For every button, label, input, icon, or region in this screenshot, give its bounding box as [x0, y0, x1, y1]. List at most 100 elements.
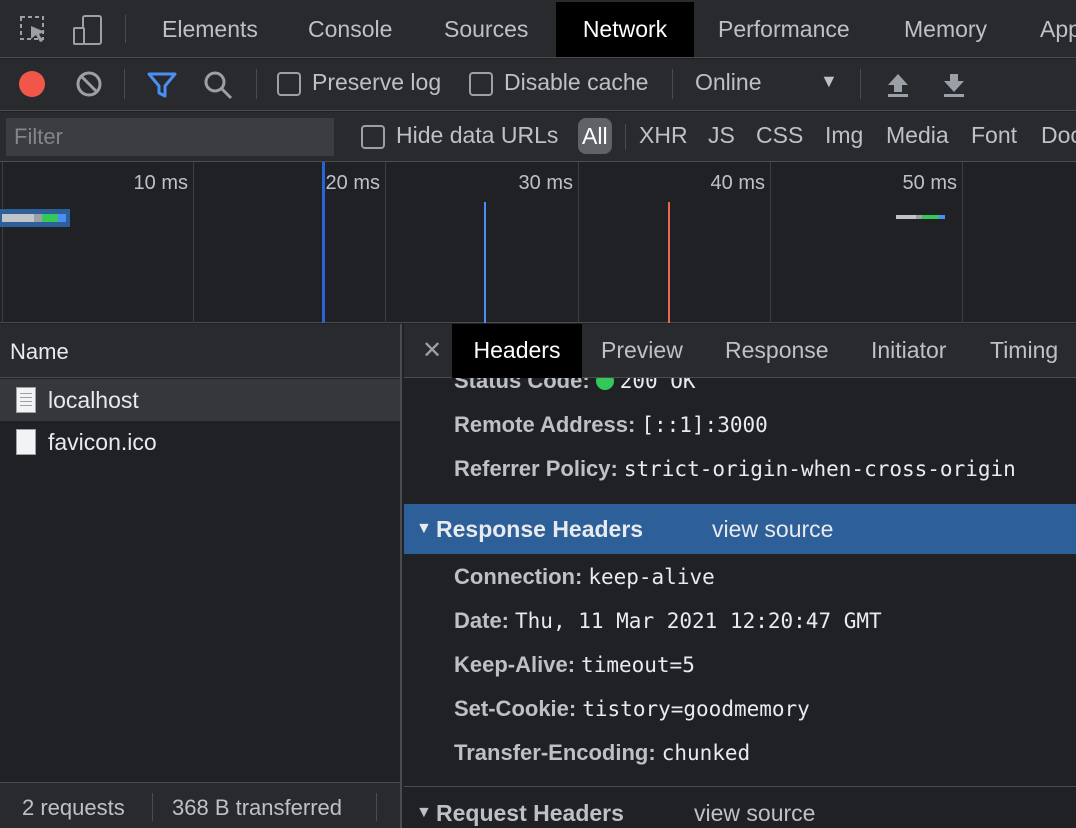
request-headers-section[interactable]: ▼ Request Headers view source [404, 788, 1076, 828]
filter-type-media[interactable]: Media [886, 122, 949, 149]
header-key: Date: [454, 608, 510, 633]
toolbar-divider [860, 69, 861, 99]
filter-type-css[interactable]: CSS [756, 122, 803, 149]
request-headers-title: Request Headers [436, 800, 624, 826]
filter-type-doc[interactable]: Doc [1041, 122, 1076, 149]
export-har-icon[interactable] [940, 71, 968, 99]
tab-timing[interactable]: Timing [990, 324, 1058, 378]
filter-type-js[interactable]: JS [708, 122, 735, 149]
header-value: keep-alive [588, 565, 715, 589]
header-key: Transfer-Encoding: [454, 740, 656, 765]
tab-console[interactable]: Console [286, 2, 414, 57]
timeline-tick-label: 40 ms [710, 172, 765, 194]
header-key: Connection: [454, 564, 583, 589]
record-button[interactable] [19, 71, 45, 97]
tab-response[interactable]: Response [725, 324, 829, 378]
hide-data-urls-label[interactable]: Hide data URLs [396, 122, 558, 149]
timeline-gridline [385, 162, 386, 323]
close-icon[interactable]: ✕ [422, 336, 442, 365]
toolbar-divider [124, 69, 125, 99]
file-icon [16, 429, 36, 455]
clear-icon[interactable] [75, 70, 103, 98]
details-tabbar: ✕ Headers Preview Response Initiator Tim… [404, 324, 1076, 378]
network-summary-bar: 2 requests 368 B transferred [0, 782, 400, 828]
tab-sources[interactable]: Sources [422, 2, 550, 57]
header-key: Remote Address: [454, 412, 636, 437]
filter-type-img[interactable]: Img [825, 122, 863, 149]
network-toolbar: Preserve log Disable cache Online ▼ [0, 59, 1076, 111]
summary-divider [376, 793, 377, 821]
tab-network[interactable]: Network [556, 2, 694, 57]
timeline-gridline [770, 162, 771, 323]
request-details: ✕ Headers Preview Response Initiator Tim… [404, 324, 1076, 828]
request-name: favicon.ico [48, 429, 157, 455]
tab-initiator[interactable]: Initiator [871, 324, 946, 378]
header-value: chunked [661, 741, 751, 765]
view-source-link[interactable]: view source [712, 516, 833, 543]
tab-memory[interactable]: Memory [882, 2, 1009, 57]
timeline-gridline [193, 162, 194, 323]
inspect-element-icon[interactable] [18, 14, 50, 46]
response-headers-section[interactable]: ▼ Response Headers view source [404, 504, 1076, 554]
document-icon [16, 387, 36, 413]
name-column-label: Name [10, 339, 69, 364]
timeline-tick-label: 50 ms [902, 172, 957, 194]
filter-type-xhr[interactable]: XHR [639, 122, 688, 149]
tabbar-divider [125, 15, 126, 43]
disable-cache-checkbox[interactable] [469, 72, 493, 96]
header-row-connection: Connection: keep-alive [454, 564, 715, 590]
header-value: strict-origin-when-cross-origin [623, 457, 1016, 481]
timeline-tick-label: 20 ms [325, 172, 380, 194]
load-event-marker [668, 202, 670, 323]
preserve-log-checkbox[interactable] [277, 72, 301, 96]
summary-divider [152, 793, 153, 821]
request-count: 2 requests [22, 795, 125, 820]
tab-headers[interactable]: Headers [452, 324, 582, 378]
tab-performance[interactable]: Performance [696, 2, 872, 57]
header-row-remote-address: Remote Address: [::1]:3000 [454, 412, 768, 438]
request-list: Name localhost favicon.ico 2 requests 36… [0, 324, 402, 828]
name-column-header[interactable]: Name [0, 324, 400, 378]
header-row-keep-alive: Keep-Alive: timeout=5 [454, 652, 695, 678]
filter-icon[interactable] [146, 69, 178, 101]
tab-preview[interactable]: Preview [601, 324, 683, 378]
toolbar-divider [672, 69, 673, 99]
view-source-link[interactable]: view source [694, 800, 815, 827]
import-har-icon[interactable] [884, 71, 912, 99]
request-row[interactable]: localhost [0, 379, 400, 421]
throttling-select[interactable]: Online [695, 69, 761, 96]
filter-input[interactable] [6, 118, 334, 156]
header-key: Set-Cookie: [454, 696, 577, 721]
filter-bar: Hide data URLs All XHR JS CSS Img Media … [0, 112, 1076, 162]
device-toolbar-icon[interactable] [72, 14, 104, 46]
filter-type-font[interactable]: Font [971, 122, 1017, 149]
header-row-referrer-policy: Referrer Policy: strict-origin-when-cross… [454, 456, 1016, 482]
transferred-size: 368 B transferred [172, 795, 342, 820]
header-row-transfer-encoding: Transfer-Encoding: chunked [454, 740, 750, 766]
hide-data-urls-checkbox[interactable] [361, 125, 385, 149]
filter-divider [625, 124, 626, 150]
timeline-tick-label: 30 ms [518, 172, 573, 194]
disable-cache-label[interactable]: Disable cache [504, 69, 648, 96]
header-key: Referrer Policy: [454, 456, 618, 481]
chevron-down-icon[interactable]: ▼ [820, 71, 838, 92]
preserve-log-label[interactable]: Preserve log [312, 69, 441, 96]
header-key: Keep-Alive: [454, 652, 576, 677]
header-row-date: Date: Thu, 11 Mar 2021 12:20:47 GMT [454, 608, 882, 634]
response-headers-title: Response Headers [436, 516, 644, 542]
request-bar-favicon [896, 215, 945, 219]
triangle-down-icon: ▼ [416, 804, 432, 821]
toolbar-divider [256, 69, 257, 99]
search-icon[interactable] [202, 69, 234, 101]
request-row[interactable]: favicon.ico [0, 421, 400, 463]
timeline-gridline [962, 162, 963, 323]
timeline-gridline [2, 162, 3, 323]
triangle-down-icon: ▼ [416, 520, 432, 537]
dom-content-loaded-marker [484, 202, 486, 323]
header-value: [::1]:3000 [641, 413, 768, 437]
tab-application[interactable]: App [1018, 2, 1076, 57]
overview-timeline[interactable]: 10 ms 20 ms 30 ms 40 ms 50 ms [0, 162, 1076, 323]
filter-type-all[interactable]: All [578, 118, 612, 154]
tab-elements[interactable]: Elements [140, 2, 280, 57]
header-value: Thu, 11 Mar 2021 12:20:47 GMT [515, 609, 882, 633]
